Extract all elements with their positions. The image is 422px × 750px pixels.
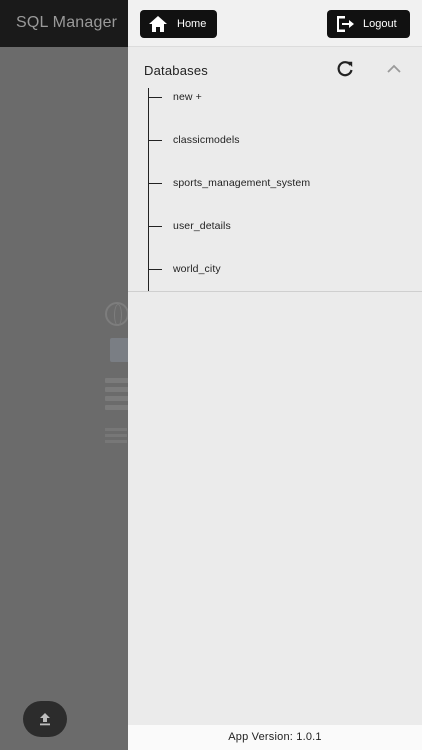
app-title: SQL Manager xyxy=(16,14,118,31)
globe-icon xyxy=(105,302,129,326)
tree-item-user-details[interactable]: user_details xyxy=(148,217,398,235)
app-version-footer: App Version: 1.0.1 xyxy=(128,725,422,750)
server-icon xyxy=(105,378,129,420)
home-label: Home xyxy=(177,18,207,30)
upload-icon xyxy=(40,713,50,726)
database-name: classicmodels xyxy=(173,134,240,146)
tree-branch xyxy=(148,96,162,98)
home-icon xyxy=(149,16,167,32)
document-icon xyxy=(105,428,127,446)
tree-item-classicmodels[interactable]: classicmodels xyxy=(148,131,398,149)
tree-item-sports-management-system[interactable]: sports_management_system xyxy=(148,174,398,192)
tree-branch xyxy=(148,139,162,141)
database-name: user_details xyxy=(173,220,231,232)
divider xyxy=(128,291,422,292)
logout-button[interactable]: Logout xyxy=(327,10,410,38)
refresh-icon[interactable] xyxy=(336,60,354,78)
drawer-header: Home Logout xyxy=(128,0,422,47)
home-button[interactable]: Home xyxy=(140,10,217,38)
html-icon xyxy=(110,338,130,362)
navigation-drawer: Home Logout Databases new + classicmodel… xyxy=(128,0,422,750)
database-name: new + xyxy=(173,91,202,103)
tree-item-new[interactable]: new + xyxy=(148,88,398,106)
tree-branch xyxy=(148,225,162,227)
tree-branch xyxy=(148,182,162,184)
chevron-up-icon[interactable] xyxy=(386,62,402,76)
upload-button[interactable] xyxy=(23,701,67,737)
logout-icon xyxy=(337,16,354,32)
tree-item-world-city[interactable]: world_city xyxy=(148,260,398,278)
logout-label: Logout xyxy=(363,18,397,30)
databases-section-title: Databases xyxy=(144,63,208,78)
tree-branch xyxy=(148,268,162,270)
database-name: world_city xyxy=(173,263,221,275)
database-name: sports_management_system xyxy=(173,177,311,189)
